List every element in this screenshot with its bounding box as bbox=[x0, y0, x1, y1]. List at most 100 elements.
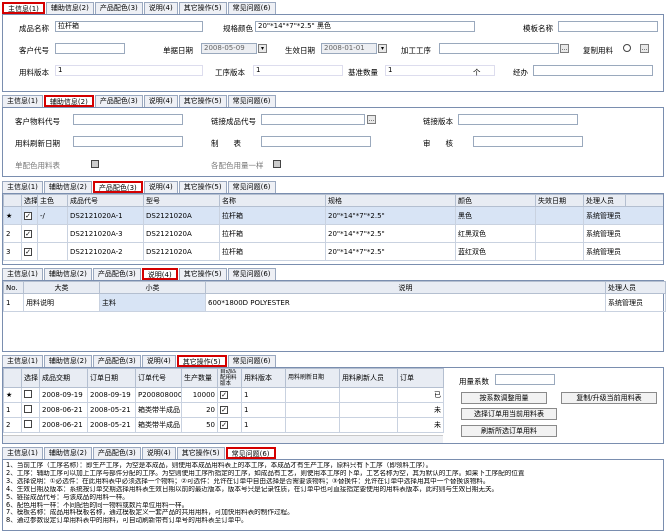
col-subcategory[interactable]: 小类 bbox=[99, 281, 206, 294]
orders-horizontal-scrollbar[interactable] bbox=[3, 435, 443, 443]
col-description[interactable]: 说明 bbox=[205, 281, 606, 294]
tab-product-color[interactable]: 产品配色(3) bbox=[92, 447, 141, 459]
col-production-qty[interactable]: 生产数量 bbox=[181, 368, 218, 388]
faq-text-area[interactable]: 1、当前工序（工序名称）：即生产工序，为空是本成品，则使用本成品用料表上的本工序… bbox=[2, 459, 664, 531]
template-name-field[interactable] bbox=[558, 21, 658, 32]
handler-field[interactable] bbox=[533, 65, 653, 76]
tab-product-color[interactable]: 产品配色(3) bbox=[94, 95, 143, 107]
customer-code-field[interactable] bbox=[55, 43, 125, 54]
auto-match-checkbox[interactable]: ✓ bbox=[220, 421, 228, 429]
tab-main-info[interactable]: 主信息(1) bbox=[2, 95, 43, 107]
tab-faq[interactable]: 常见问题(6) bbox=[227, 2, 276, 14]
col-handler[interactable]: 处理人员 bbox=[583, 194, 626, 207]
effective-date-picker-button[interactable]: ▾ bbox=[378, 44, 387, 53]
model-cell[interactable]: DS2121020A bbox=[143, 206, 220, 225]
material-refresh-date-field[interactable] bbox=[73, 136, 183, 147]
tab-product-color[interactable]: 产品配色(3) bbox=[92, 355, 141, 367]
tab-product-color[interactable]: 产品配色(3) bbox=[92, 268, 141, 280]
row-select-checkbox[interactable]: ✓ bbox=[24, 247, 32, 256]
doc-date-picker-button[interactable]: ▾ bbox=[258, 44, 267, 53]
tab-aux-info[interactable]: 辅助信息(2) bbox=[43, 268, 92, 280]
col-no[interactable]: No. bbox=[3, 281, 24, 294]
col-expiry[interactable]: 失效日期 bbox=[535, 194, 584, 207]
row-select-checkbox[interactable] bbox=[24, 405, 32, 413]
col-order-date[interactable]: 订单日期 bbox=[87, 368, 136, 388]
qty-coefficient-field[interactable] bbox=[495, 374, 555, 385]
tab-other-ops[interactable]: 其它操作(5) bbox=[178, 95, 227, 107]
prepared-by-field[interactable] bbox=[261, 136, 371, 147]
effective-date-field[interactable]: 2008-01-01 bbox=[321, 43, 377, 54]
tab-description[interactable]: 说明(4) bbox=[143, 2, 178, 14]
link-version-field[interactable] bbox=[458, 114, 578, 125]
tab-description[interactable]: 说明(4) bbox=[143, 95, 178, 107]
link-product-lookup-button[interactable]: … bbox=[367, 115, 376, 124]
tab-main-info[interactable]: 主信息(1) bbox=[2, 447, 43, 459]
tab-main-info[interactable]: 主信息(1) bbox=[2, 355, 43, 367]
row-select-checkbox[interactable]: ✓ bbox=[24, 229, 32, 238]
copy-upgrade-material-button[interactable]: 复制/升级当前用料表 bbox=[561, 392, 657, 404]
tab-description[interactable]: 说明(4) bbox=[141, 355, 176, 367]
model-cell[interactable]: DS2121020A bbox=[143, 242, 220, 261]
spec-color-field[interactable]: 20"*14"*7"*2.5" 黑色 bbox=[255, 21, 475, 32]
tab-aux-info[interactable]: 辅助信息(2) bbox=[43, 355, 92, 367]
table-row[interactable]: 2 2008-06-21 2008-05-21 箱类带半成品 50 ✓ 1 未 bbox=[3, 417, 444, 433]
col-refresh-user[interactable]: 用料刷新人员 bbox=[339, 368, 398, 388]
tab-other-ops[interactable]: 其它操作(5) bbox=[178, 2, 227, 14]
doc-date-field[interactable]: 2008-05-09 bbox=[201, 43, 257, 54]
col-select[interactable]: 选择 bbox=[21, 368, 40, 388]
tab-faq[interactable]: 常见问题(6) bbox=[227, 181, 276, 193]
tab-other-ops[interactable]: 其它操作(5) bbox=[178, 181, 227, 193]
tab-main-info[interactable]: 主信息(1) bbox=[2, 2, 45, 14]
col-color[interactable]: 颜色 bbox=[455, 194, 536, 207]
table-row[interactable]: ★ ✓ -/ DS2121020A-1 DS2121020A 拉杆箱 20"*1… bbox=[3, 206, 663, 225]
copy-materials-button[interactable]: … bbox=[640, 44, 649, 53]
copy-materials-radio[interactable] bbox=[623, 44, 631, 52]
process-field[interactable] bbox=[439, 43, 559, 54]
customer-material-code-field[interactable] bbox=[73, 114, 183, 125]
auditor-field[interactable] bbox=[473, 136, 583, 147]
table-row[interactable]: 2 ✓ DS2121020A-3 DS2121020A 拉杆箱 20"*14"*… bbox=[3, 224, 663, 243]
tab-main-info[interactable]: 主信息(1) bbox=[2, 181, 43, 193]
col-category[interactable]: 大类 bbox=[23, 281, 100, 294]
tab-other-ops[interactable]: 其它操作(5) bbox=[176, 355, 227, 367]
select-orders-use-material-button[interactable]: 选择订单用当前用料表 bbox=[461, 408, 557, 420]
table-row[interactable]: 1 2008-06-21 2008-05-21 箱类带半成品 20 ✓ 1 未 bbox=[3, 402, 444, 418]
model-cell[interactable]: DS2121020A bbox=[143, 224, 220, 243]
subcategory-cell[interactable]: 主料 bbox=[99, 293, 206, 312]
tab-description[interactable]: 说明(4) bbox=[141, 447, 176, 459]
col-name[interactable]: 名称 bbox=[219, 194, 326, 207]
tab-other-ops[interactable]: 其它操作(5) bbox=[178, 268, 227, 280]
refresh-selected-orders-button[interactable]: 刷新所选订单用料 bbox=[461, 425, 557, 437]
row-select-checkbox[interactable] bbox=[24, 420, 32, 428]
process-lookup-button[interactable]: … bbox=[560, 44, 569, 53]
col-handler[interactable]: 处理人员 bbox=[605, 281, 666, 294]
product-name-field[interactable]: 拉杆箱 bbox=[55, 21, 203, 32]
tab-description[interactable]: 说明(4) bbox=[143, 181, 178, 193]
material-version-field[interactable]: 1 bbox=[55, 65, 203, 76]
row-select-checkbox[interactable]: ✓ bbox=[24, 211, 32, 220]
tab-description[interactable]: 说明(4) bbox=[141, 268, 178, 280]
col-select[interactable]: 选择 bbox=[21, 194, 38, 207]
tab-faq[interactable]: 常见问题(6) bbox=[227, 355, 276, 367]
row-select-checkbox[interactable] bbox=[24, 390, 32, 398]
tab-aux-info[interactable]: 辅助信息(2) bbox=[43, 181, 92, 193]
col-product-due[interactable]: 成品交期 bbox=[39, 368, 88, 388]
col-order-code[interactable]: 订单代号 bbox=[135, 368, 182, 388]
auto-match-checkbox[interactable]: ✓ bbox=[220, 391, 228, 399]
tab-main-info[interactable]: 主信息(1) bbox=[2, 268, 43, 280]
tab-aux-info[interactable]: 辅助信息(2) bbox=[43, 95, 94, 107]
adjust-by-coefficient-button[interactable]: 按系数调整用量 bbox=[461, 392, 547, 404]
table-row[interactable]: 3 ✓ DS2121020A-2 DS2121020A 拉杆箱 20"*14"*… bbox=[3, 242, 663, 261]
col-product-code[interactable]: 成品代号 bbox=[67, 194, 144, 207]
col-auto-match-version[interactable]: 自动匹配用料版本 bbox=[217, 368, 242, 388]
tab-product-color[interactable]: 产品配色(3) bbox=[94, 2, 143, 14]
tab-other-ops[interactable]: 其它操作(5) bbox=[176, 447, 225, 459]
col-material-version[interactable]: 用料版本 bbox=[241, 368, 286, 388]
tab-faq[interactable]: 常见问题(6) bbox=[227, 95, 276, 107]
col-refresh-date[interactable]: 用料刷新日期 bbox=[285, 368, 340, 388]
col-spec[interactable]: 规格 bbox=[325, 194, 456, 207]
tab-aux-info[interactable]: 辅助信息(2) bbox=[45, 2, 94, 14]
col-main-color[interactable]: 主色 bbox=[37, 194, 68, 207]
col-order-status[interactable]: 订单 bbox=[397, 368, 444, 388]
table-row[interactable]: 1 用料说明 主料 600*1800D POLYESTER 系统管理员 bbox=[3, 293, 666, 312]
